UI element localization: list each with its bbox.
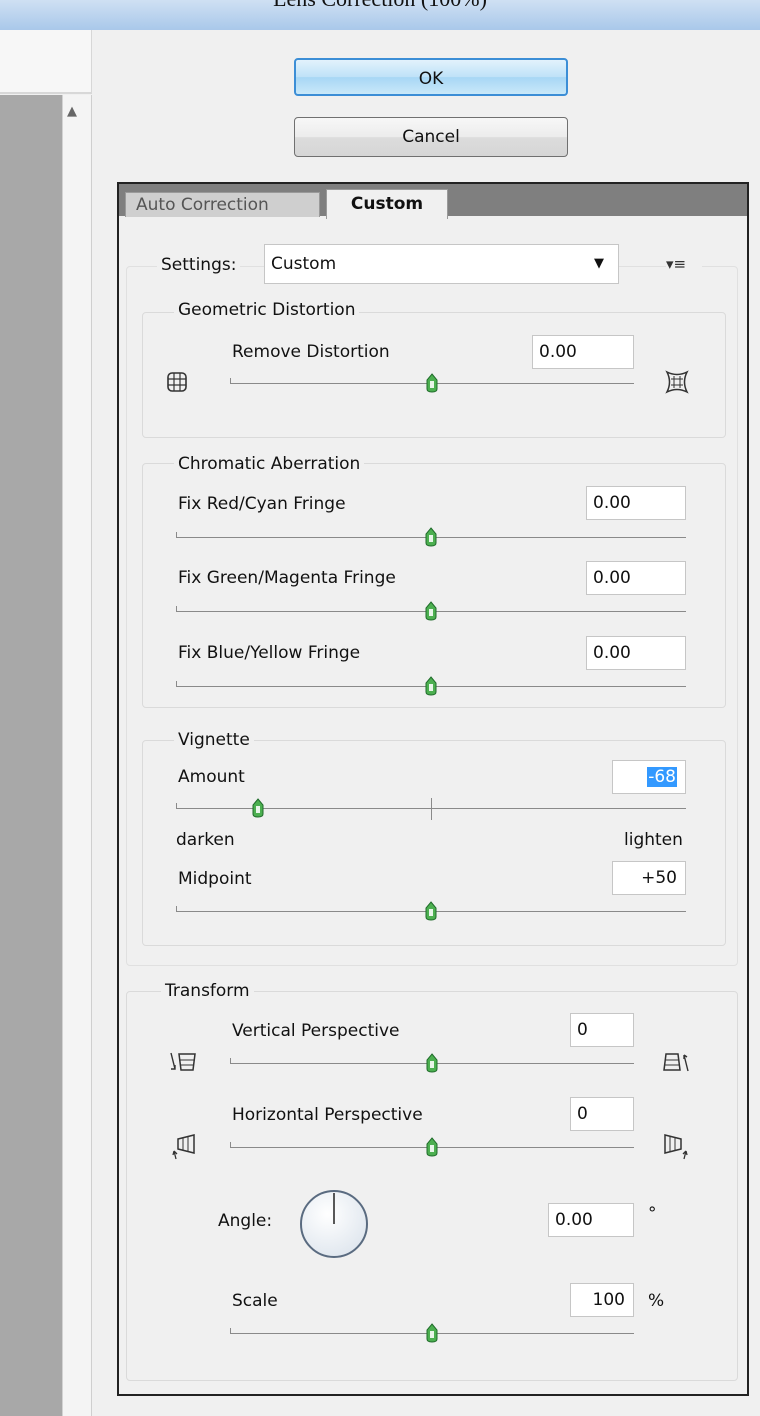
tab-custom[interactable]: Custom bbox=[326, 189, 448, 219]
settings-dropdown[interactable]: Custom ▼ bbox=[264, 244, 619, 284]
midpoint-label: Midpoint bbox=[178, 869, 252, 889]
vertical-perspective-label: Vertical Perspective bbox=[232, 1021, 400, 1041]
vertical-scrollbar[interactable] bbox=[62, 95, 92, 1416]
tab-auto-correction[interactable]: Auto Correction bbox=[125, 192, 320, 217]
green-magenta-field[interactable]: 0.00 bbox=[586, 561, 686, 595]
angle-label: Angle: bbox=[218, 1211, 273, 1231]
window-title-bar: Lens Correction (100%) bbox=[0, 0, 760, 30]
horizontal-perspective-field[interactable]: 0 bbox=[570, 1097, 634, 1131]
chromatic-aberration-title: Chromatic Aberration bbox=[174, 454, 365, 474]
vignette-title: Vignette bbox=[174, 730, 254, 750]
angle-field[interactable]: 0.00 bbox=[548, 1203, 634, 1237]
slider-center-tick bbox=[431, 798, 432, 820]
preview-toolbar-area bbox=[0, 30, 92, 93]
blue-yellow-label: Fix Blue/Yellow Fringe bbox=[178, 643, 361, 663]
darken-label: darken bbox=[176, 830, 235, 850]
horizontal-perspective-label: Horizontal Perspective bbox=[232, 1105, 423, 1125]
blue-yellow-field[interactable]: 0.00 bbox=[586, 636, 686, 670]
vertical-perspective-field[interactable]: 0 bbox=[570, 1013, 634, 1047]
amount-label: Amount bbox=[178, 767, 245, 787]
vertical-perspective-up-icon bbox=[658, 1049, 692, 1075]
green-magenta-label: Fix Green/Magenta Fringe bbox=[178, 568, 396, 588]
ok-button[interactable]: OK bbox=[294, 58, 568, 96]
image-preview[interactable] bbox=[0, 95, 62, 1416]
divider bbox=[0, 92, 92, 94]
window-title: Lens Correction (100%) bbox=[0, 0, 760, 12]
vertical-perspective-down-icon bbox=[167, 1049, 201, 1075]
barrel-distortion-icon bbox=[165, 370, 191, 396]
scroll-up-arrow-icon[interactable]: ▲ bbox=[67, 104, 77, 119]
scale-unit: % bbox=[648, 1291, 665, 1311]
transform-title: Transform bbox=[161, 981, 254, 1001]
pincushion-distortion-icon bbox=[665, 370, 691, 396]
remove-distortion-label: Remove Distortion bbox=[232, 342, 390, 362]
red-cyan-field[interactable]: 0.00 bbox=[586, 486, 686, 520]
settings-label: Settings: bbox=[157, 255, 241, 275]
amount-field[interactable]: -68 bbox=[612, 760, 686, 794]
angle-unit: ° bbox=[648, 1204, 657, 1224]
lighten-label: lighten bbox=[624, 830, 683, 850]
midpoint-field[interactable]: +50 bbox=[612, 861, 686, 895]
horizontal-perspective-right-icon bbox=[660, 1131, 690, 1160]
red-cyan-label: Fix Red/Cyan Fringe bbox=[178, 494, 346, 514]
scale-field[interactable]: 100 bbox=[570, 1283, 634, 1317]
horizontal-perspective-left-icon bbox=[170, 1131, 200, 1160]
remove-distortion-field[interactable]: 0.00 bbox=[532, 335, 634, 369]
settings-menu-icon[interactable]: ▾≡ bbox=[666, 255, 702, 277]
amount-value: -68 bbox=[647, 767, 677, 787]
cancel-button[interactable]: Cancel bbox=[294, 117, 568, 157]
settings-dropdown-value: Custom bbox=[271, 254, 337, 274]
chevron-down-icon: ▼ bbox=[594, 256, 604, 271]
scale-label: Scale bbox=[232, 1291, 278, 1311]
angle-dial-icon[interactable] bbox=[297, 1187, 371, 1261]
geometric-distortion-title: Geometric Distortion bbox=[174, 300, 360, 320]
